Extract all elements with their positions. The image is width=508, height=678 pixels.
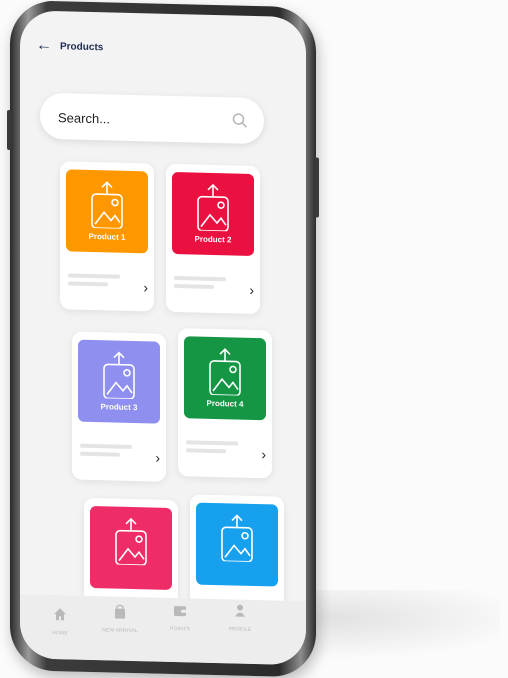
chevron-right-icon[interactable]: › [261,446,266,462]
volume-button [7,109,11,151]
image-upload-icon [209,348,241,396]
product-card-1[interactable]: Product 1 › [60,161,154,312]
image-upload-icon [197,183,229,232]
nav-label: HOME [52,630,68,637]
product-label: Product 2 [194,234,232,245]
product-image-5 [90,505,172,590]
placeholder-line [186,448,226,454]
product-image-6 [196,502,278,587]
bottom-navigation: HOME NEW ARRIVAL POINTS PROFILE [20,594,306,666]
placeholder-line [186,440,238,446]
power-button [315,157,319,218]
nav-points[interactable]: POINTS [150,603,210,632]
placeholder-line [174,276,226,282]
placeholder-line [68,273,120,279]
wallet-icon [174,606,186,617]
placeholder-line [68,281,108,287]
image-upload-icon [91,181,123,229]
image-upload-icon [115,517,147,566]
placeholder-line [174,284,214,289]
phone-screen: ← Products Product 1 › [20,10,306,666]
image-upload-icon [103,351,135,400]
phone-frame: ← Products Product 1 › [7,0,319,678]
product-label: Product 3 [100,402,138,413]
product-image-2: Product 2 [172,171,254,256]
nav-label: NEW ARRIVAL [101,627,138,635]
person-icon [235,604,245,617]
bag-icon [115,604,125,619]
product-image-4: Product 4 [184,336,266,421]
image-upload-icon [221,514,253,562]
placeholder-line [80,443,132,449]
app-bar: ← Products [20,10,306,87]
nav-label: POINTS [170,625,190,633]
nav-label: PROFILE [228,626,252,633]
product-card-4[interactable]: Product 4 › [178,328,272,479]
home-icon [54,608,66,621]
page-title: Products [60,41,104,54]
nav-new-arrival[interactable]: NEW ARRIVAL [90,604,150,634]
search-icon[interactable] [232,112,248,128]
chevron-right-icon[interactable]: › [249,282,254,298]
chevron-right-icon[interactable]: › [155,450,160,466]
chevron-right-icon[interactable]: › [143,279,148,295]
search-input[interactable] [56,105,220,134]
nav-home[interactable]: HOME [30,606,90,636]
nav-profile[interactable]: PROFILE [210,603,270,633]
product-card-2[interactable]: Product 2 › [166,163,260,315]
search-bar[interactable] [40,92,264,145]
product-image-3: Product 3 [78,339,160,424]
product-image-1: Product 1 [66,169,148,254]
product-label: Product 4 [206,398,244,409]
back-arrow-icon[interactable]: ← [36,37,54,55]
placeholder-line [80,451,120,457]
product-label: Product 1 [88,231,126,242]
product-card-3[interactable]: Product 3 › [72,331,166,482]
